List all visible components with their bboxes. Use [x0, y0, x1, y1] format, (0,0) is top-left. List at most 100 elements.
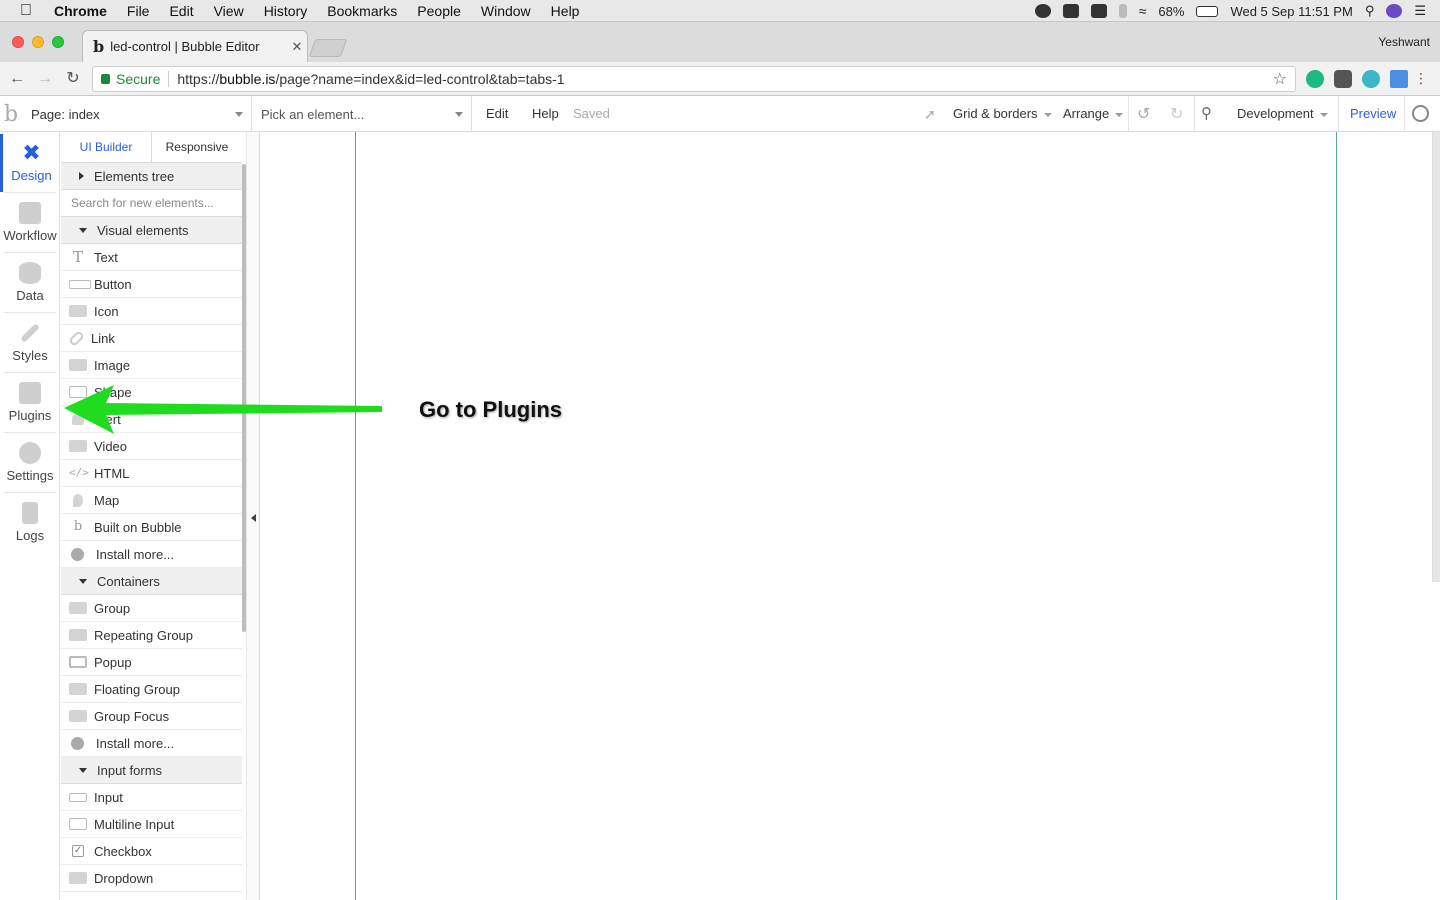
section-containers[interactable]: Containers	[61, 568, 242, 595]
edit-menu[interactable]: Edit	[486, 106, 508, 121]
menu-window[interactable]: Window	[481, 3, 531, 19]
close-window-button[interactable]	[12, 36, 24, 48]
calendar-extension-icon[interactable]	[1390, 70, 1408, 88]
collapse-panel-icon[interactable]	[251, 514, 256, 522]
rail-tab-styles[interactable]: Styles	[0, 314, 60, 372]
browser-tab[interactable]: b led-control | Bubble Editor ✕	[82, 30, 308, 62]
element-built-on-bubble[interactable]: b Built on Bubble	[61, 514, 242, 541]
header-divider	[1128, 96, 1129, 132]
element-repeating-group[interactable]: Repeating Group	[61, 622, 242, 649]
menu-view[interactable]: View	[214, 3, 244, 19]
section-visual-elements[interactable]: Visual elements	[61, 217, 242, 244]
install-more-visual[interactable]: Install more...	[61, 541, 242, 568]
inspect-cursor-icon[interactable]: ➚	[924, 106, 936, 123]
environment-selector[interactable]: Development	[1237, 106, 1328, 121]
element-icon[interactable]: Icon	[61, 298, 242, 325]
element-label: Repeating Group	[94, 627, 194, 643]
section-input-forms[interactable]: Input forms	[61, 757, 242, 784]
menu-people[interactable]: People	[417, 3, 461, 19]
help-menu[interactable]: Help	[532, 106, 559, 121]
rail-tab-logs[interactable]: Logs	[0, 494, 60, 552]
menubar-status-area: ≈ 68% Wed 5 Sep 11:51 PM ⚲ ☰	[1034, 0, 1426, 22]
element-multiline-input[interactable]: Multiline Input	[61, 811, 242, 838]
menu-app-name[interactable]: Chrome	[54, 3, 107, 19]
element-group[interactable]: Group	[61, 595, 242, 622]
element-button[interactable]: Button	[61, 271, 242, 298]
pocket-extension-icon[interactable]	[1334, 70, 1352, 88]
preview-button[interactable]: Preview	[1350, 106, 1396, 121]
element-popup[interactable]: Popup	[61, 649, 242, 676]
element-html[interactable]: </> HTML	[61, 460, 242, 487]
reload-icon[interactable]: ↻	[62, 68, 84, 90]
tab-responsive[interactable]: Responsive	[152, 132, 242, 162]
element-label: Multiline Input	[94, 816, 175, 832]
menu-history[interactable]: History	[264, 3, 308, 19]
forward-icon[interactable]: →	[34, 68, 56, 90]
menu-edit[interactable]: Edit	[169, 3, 193, 19]
menu-help[interactable]: Help	[551, 3, 580, 19]
element-label: Group Focus	[94, 708, 170, 724]
rail-tab-plugins[interactable]: Plugins	[0, 374, 60, 432]
account-icon[interactable]	[1412, 105, 1429, 122]
element-search-input[interactable]	[71, 196, 236, 210]
element-label: Floating Group	[94, 681, 180, 697]
status-app-icon[interactable]	[1034, 4, 1051, 18]
menu-file[interactable]: File	[127, 3, 150, 19]
rail-tab-design[interactable]: ✖ Design	[0, 134, 60, 192]
adobe-icon[interactable]	[1062, 4, 1079, 18]
zoom-window-button[interactable]	[52, 36, 64, 48]
stacked-folders-icon	[69, 629, 87, 641]
element-input[interactable]: Input	[61, 784, 242, 811]
element-map[interactable]: Map	[61, 487, 242, 514]
page-selector[interactable]: Page: index	[24, 96, 252, 132]
elements-tree-toggle[interactable]: Elements tree	[61, 163, 242, 190]
canvas-scrollbar[interactable]	[1432, 132, 1440, 582]
back-icon[interactable]: ←	[6, 68, 28, 90]
element-picker[interactable]: Pick an element...	[252, 96, 472, 132]
grid-borders-menu[interactable]: Grid & borders	[953, 106, 1052, 121]
chrome-menu-icon[interactable]: ⋮	[1414, 70, 1428, 87]
undo-icon[interactable]: ↺	[1137, 104, 1150, 124]
gear-icon	[19, 442, 41, 464]
element-group-focus[interactable]: Group Focus	[61, 703, 242, 730]
close-tab-icon[interactable]: ✕	[287, 39, 307, 55]
element-image[interactable]: Image	[61, 352, 242, 379]
m-extension-icon[interactable]	[1362, 70, 1380, 88]
apple-icon[interactable]: 	[20, 2, 38, 20]
siri-icon[interactable]	[1386, 4, 1403, 18]
database-icon	[19, 262, 41, 284]
bluetooth-icon[interactable]	[1118, 4, 1127, 18]
install-more-containers[interactable]: Install more...	[61, 730, 242, 757]
browser-tab-strip: b led-control | Bubble Editor ✕ Yeshwant	[0, 22, 1440, 62]
clock[interactable]: Wed 5 Sep 11:51 PM	[1230, 4, 1352, 19]
tab-ui-builder[interactable]: UI Builder	[61, 132, 152, 162]
wifi-icon[interactable]: ≈	[1139, 3, 1147, 19]
battery-icon[interactable]	[1196, 5, 1219, 17]
profile-name[interactable]: Yeshwant	[1378, 35, 1430, 49]
arrange-menu[interactable]: Arrange	[1063, 106, 1124, 121]
bookmark-star-icon[interactable]: ☆	[1273, 69, 1287, 89]
spotlight-search-icon[interactable]: ⚲	[1365, 3, 1375, 19]
redo-icon[interactable]: ↻	[1170, 104, 1183, 124]
element-dropdown[interactable]: Dropdown	[61, 865, 242, 892]
address-bar[interactable]: Secure https://bubble.is/page?name=index…	[92, 66, 1296, 92]
search-icon[interactable]: ⚲	[1201, 104, 1212, 122]
bubble-logo-icon[interactable]: b	[4, 102, 18, 127]
rail-tab-workflow[interactable]: Workflow	[0, 194, 60, 252]
new-tab-button[interactable]	[308, 39, 348, 57]
minimize-window-button[interactable]	[32, 36, 44, 48]
grammarly-extension-icon[interactable]	[1306, 70, 1324, 88]
section-title: Input forms	[97, 762, 163, 778]
layout-icon[interactable]	[1090, 4, 1107, 18]
rail-tab-settings[interactable]: Settings	[0, 434, 60, 492]
element-text[interactable]: T Text	[61, 244, 242, 271]
element-floating-group[interactable]: Floating Group	[61, 676, 242, 703]
notification-center-icon[interactable]: ☰	[1414, 3, 1426, 19]
rail-label: Styles	[12, 348, 48, 363]
element-link[interactable]: Link	[61, 325, 242, 352]
menu-bookmarks[interactable]: Bookmarks	[327, 3, 397, 19]
flag-icon	[69, 305, 87, 317]
rail-tab-data[interactable]: Data	[0, 254, 60, 312]
page-boundary	[355, 132, 1337, 900]
element-checkbox[interactable]: ✓ Checkbox	[61, 838, 242, 865]
